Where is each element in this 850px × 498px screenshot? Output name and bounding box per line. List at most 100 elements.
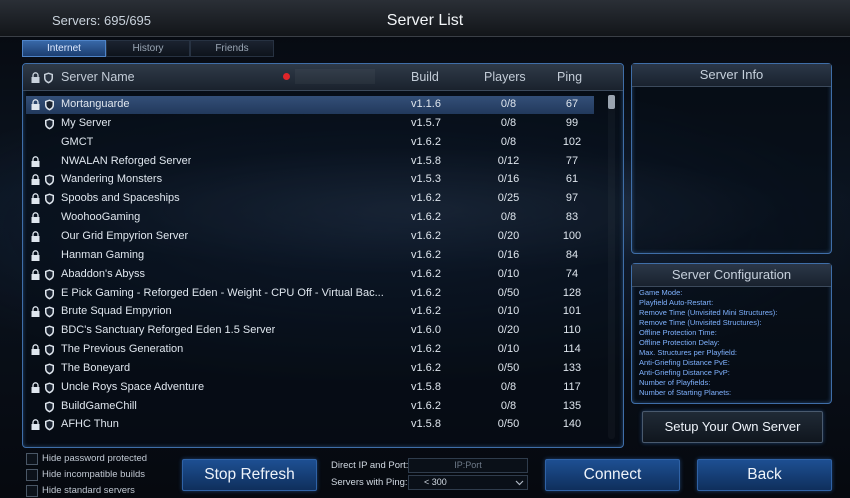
server-players: 0/10 — [497, 305, 520, 318]
server-row[interactable]: My Server v1.5.7 0/8 99 — [26, 115, 594, 133]
server-row[interactable]: Wandering Monsters v1.5.3 0/16 61 — [26, 171, 594, 189]
server-ping: 83 — [565, 211, 579, 224]
server-ping: 140 — [562, 418, 582, 431]
server-build: v1.6.2 — [411, 248, 441, 261]
hide-incompatible-checkbox[interactable] — [26, 469, 38, 481]
server-row[interactable]: Spoobs and Spaceships v1.6.2 0/25 97 — [26, 190, 594, 208]
shield-icon — [44, 72, 53, 84]
server-players: 0/50 — [497, 418, 520, 431]
server-row[interactable]: Abaddon's Abyss v1.6.2 0/10 74 — [26, 266, 594, 284]
stop-refresh-button[interactable]: Stop Refresh — [182, 459, 317, 491]
server-row[interactable]: BDC's Sanctuary Reforged Eden 1.5 Server… — [26, 322, 594, 340]
server-row[interactable]: WoohooGaming v1.6.2 0/8 83 — [26, 209, 594, 227]
connect-button[interactable]: Connect — [545, 459, 680, 491]
server-info-panel: Server Info — [631, 63, 832, 254]
shield-icon — [45, 99, 54, 111]
tab-friends[interactable]: Friends — [190, 40, 274, 57]
column-server-name[interactable]: Server Name — [61, 70, 135, 84]
server-players: 0/16 — [497, 173, 520, 186]
server-players: 0/12 — [497, 154, 520, 167]
server-players: 0/50 — [497, 286, 520, 299]
server-row[interactable]: E Pick Gaming - Reforged Eden - Weight -… — [26, 285, 594, 303]
column-build[interactable]: Build — [411, 70, 439, 84]
tab-internet[interactable]: Internet — [22, 40, 106, 57]
server-ping: 101 — [562, 305, 582, 318]
server-players: 0/8 — [500, 116, 517, 129]
server-row[interactable]: The Previous Generation v1.6.2 0/10 114 — [26, 341, 594, 359]
server-name: Brute Squad Empyrion — [61, 305, 172, 318]
config-item: Number of Playfields: — [639, 378, 711, 387]
server-players: 0/10 — [497, 267, 520, 280]
server-name: The Previous Generation — [61, 343, 184, 356]
server-build: v1.1.6 — [411, 98, 441, 110]
shield-icon — [45, 363, 54, 375]
server-build: v1.5.3 — [411, 173, 441, 186]
ping-filter-value: < 300 — [424, 477, 447, 487]
column-ping[interactable]: Ping — [557, 70, 582, 84]
tab-history[interactable]: History — [106, 40, 190, 57]
server-ping: 117 — [563, 380, 581, 393]
direct-ip-label: Direct IP and Port: — [331, 460, 409, 471]
server-ping: 84 — [565, 248, 579, 261]
lock-icon — [31, 155, 40, 167]
hide-password-label: Hide password protected — [42, 453, 148, 464]
server-ping: 135 — [562, 399, 582, 412]
direct-ip-input[interactable]: IP:Port — [408, 458, 528, 473]
server-row[interactable]: AFHC Thun v1.5.8 0/50 140 — [26, 416, 594, 434]
lock-icon — [31, 419, 40, 431]
server-build: v1.5.7 — [411, 116, 441, 129]
lock-icon — [31, 381, 40, 393]
server-list-panel: Server Name Build Players Ping Mortangua… — [22, 63, 624, 448]
server-build: v1.6.2 — [411, 229, 441, 242]
chevron-down-icon — [515, 480, 524, 486]
config-item: Offline Protection Time: — [639, 328, 717, 337]
server-row[interactable]: Hanman Gaming v1.6.2 0/16 84 — [26, 247, 594, 265]
server-row[interactable]: The Boneyard v1.6.2 0/50 133 — [26, 360, 594, 378]
server-row[interactable]: GMCT v1.6.2 0/8 102 — [26, 134, 594, 152]
server-ping: 100 — [562, 229, 582, 242]
config-list: Game Mode: Playfield Auto-Restart: Remove … — [639, 288, 777, 398]
server-players: 0/8 — [500, 211, 517, 224]
config-item: Playfield Auto-Restart: — [639, 298, 714, 307]
shield-icon — [45, 174, 54, 186]
scrollbar-thumb[interactable] — [608, 95, 615, 109]
page-title: Server List — [386, 12, 464, 29]
server-build: v1.6.2 — [411, 211, 441, 224]
server-ping: 128 — [562, 286, 582, 299]
server-row[interactable]: BuildGameChill v1.6.2 0/8 135 — [26, 398, 594, 416]
ping-filter-select[interactable]: < 300 — [408, 475, 528, 490]
back-button[interactable]: Back — [697, 459, 832, 491]
config-item: Anti-Griefing Distance PvE: — [639, 358, 730, 367]
hide-standard-checkbox[interactable] — [26, 485, 38, 497]
server-players: 0/8 — [500, 98, 517, 110]
shield-icon — [45, 382, 54, 394]
lock-icon — [31, 72, 40, 83]
ping-filter-label: Servers with Ping: — [331, 477, 408, 488]
config-item: Remove Time (Unvisited Mini Structures): — [639, 308, 778, 317]
server-ping: 99 — [565, 116, 579, 129]
server-row[interactable]: Uncle Roys Space Adventure v1.5.8 0/8 117 — [26, 379, 594, 397]
server-name: AFHC Thun — [61, 418, 119, 431]
hide-password-checkbox[interactable] — [26, 453, 38, 465]
server-name: Hanman Gaming — [61, 248, 145, 261]
shield-icon — [45, 288, 54, 299]
server-row[interactable]: Our Grid Empyrion Server v1.6.2 0/20 100 — [26, 228, 594, 246]
server-name: Wandering Monsters — [61, 173, 163, 186]
server-name: Spoobs and Spaceships — [61, 192, 180, 205]
server-name: GMCT — [61, 135, 94, 148]
column-players[interactable]: Players — [484, 70, 526, 84]
config-item: Offline Protection Delay: — [639, 338, 720, 347]
server-row[interactable]: Mortanguarde v1.1.6 0/8 67 — [26, 96, 594, 114]
server-row[interactable]: NWALAN Reforged Server v1.5.8 0/12 77 — [26, 153, 594, 171]
server-row[interactable]: Brute Squad Empyrion v1.6.2 0/10 101 — [26, 303, 594, 321]
config-item: Game Mode: — [639, 288, 683, 297]
server-players: 0/8 — [500, 399, 517, 412]
server-ping: 102 — [562, 135, 582, 148]
list-scrollbar[interactable] — [608, 95, 615, 439]
shield-icon — [45, 325, 54, 337]
setup-own-server-button[interactable]: Setup Your Own Server — [642, 411, 823, 443]
server-build: v1.6.2 — [411, 135, 441, 148]
server-ping: 97 — [565, 192, 579, 205]
shield-icon — [45, 269, 54, 281]
hide-standard-label: Hide standard servers — [42, 485, 135, 496]
